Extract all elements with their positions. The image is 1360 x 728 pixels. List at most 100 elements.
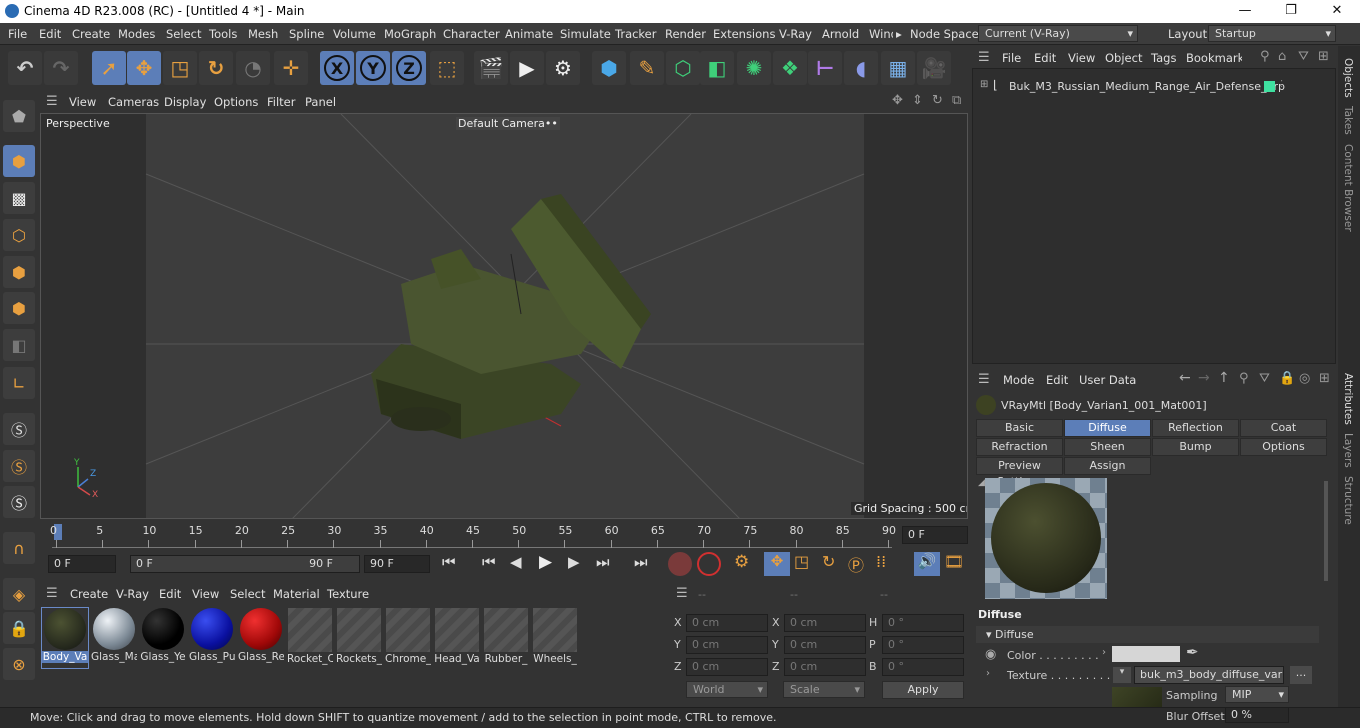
menu-arnold[interactable]: Arnold — [822, 27, 859, 41]
material-swatch[interactable]: Chrome_ — [385, 608, 431, 668]
close-button[interactable]: ✕ — [1314, 0, 1360, 23]
keyframe-selection-icon[interactable]: ⚙ — [734, 552, 749, 572]
coord-value-field[interactable]: 0 cm — [784, 614, 866, 632]
tab-reflection[interactable]: Reflection — [1152, 419, 1239, 437]
side-tab-takes[interactable]: Takes — [1342, 106, 1354, 135]
layer-color-swatch[interactable] — [1264, 81, 1275, 92]
material-hamburger-icon[interactable]: ☰ — [46, 586, 58, 601]
side-tab-structure[interactable]: Structure — [1342, 476, 1354, 525]
texture-expand-icon[interactable]: › — [986, 668, 990, 679]
attributes-search-icon[interactable]: ⚲ — [1239, 371, 1249, 386]
coord-value-field[interactable]: 0 cm — [686, 658, 768, 676]
visibility-dots-icon[interactable]: ⁚ — [1280, 79, 1283, 90]
material-swatch[interactable]: Rocket_C — [287, 608, 333, 668]
key-rotation-icon[interactable]: ↻ — [822, 552, 835, 571]
menu-character[interactable]: Character — [443, 27, 500, 41]
objects-menu-tags[interactable]: Tags — [1151, 51, 1176, 65]
attributes-menu-edit[interactable]: Edit — [1046, 373, 1068, 387]
node-space-select[interactable]: Current (V-Ray) — [978, 25, 1138, 42]
current-frame-field[interactable]: 0 F — [902, 526, 968, 544]
floor-icon[interactable]: ▦ — [881, 51, 915, 85]
uv-mode-icon[interactable]: ◧ — [3, 329, 35, 361]
menu-render[interactable]: Render — [665, 27, 706, 41]
coord-value-field[interactable]: 0 ° — [882, 636, 964, 654]
model-mode-icon[interactable]: ⬢ — [3, 145, 35, 177]
attributes-target-icon[interactable]: ◎ — [1299, 371, 1310, 386]
coord-value-field[interactable]: 0 cm — [784, 658, 866, 676]
color-swatch[interactable] — [1112, 646, 1180, 662]
blur-offset-field[interactable]: 0 % — [1225, 707, 1289, 723]
axis-mode-icon[interactable]: ∟ — [3, 367, 35, 399]
play-icon[interactable]: ▶ — [539, 552, 552, 572]
tab-refraction[interactable]: Refraction — [976, 438, 1063, 456]
frame-range-slider[interactable]: 0 F 90 F — [130, 555, 360, 573]
mograph-cloner-icon[interactable]: ❖ — [773, 51, 807, 85]
coord-value-field[interactable]: 0 ° — [882, 614, 964, 632]
menu-mesh[interactable]: Mesh — [248, 27, 278, 41]
menu-edit[interactable]: Edit — [39, 27, 61, 41]
next-frame-icon[interactable]: ▶ — [568, 553, 580, 571]
x-axis-lock-icon[interactable]: X — [320, 51, 354, 85]
material-menu-material[interactable]: Material — [273, 587, 320, 601]
key-scale-icon[interactable]: ◳ — [794, 552, 809, 571]
polygons-mode-icon[interactable]: ⬢ — [3, 292, 35, 324]
key-position-icon[interactable]: ✥ — [764, 552, 790, 576]
side-tab-content-browser[interactable]: Content Browser — [1342, 144, 1354, 232]
coord-value-field[interactable]: 0 cm — [784, 636, 866, 654]
y-axis-lock-icon[interactable]: Y — [356, 51, 390, 85]
snap-settings-icon[interactable]: Ⓢ — [3, 450, 35, 482]
viewport-pan-icon[interactable]: ✥ — [892, 93, 903, 108]
material-swatch[interactable]: Rockets_ — [336, 608, 382, 668]
menu-tracker[interactable]: Tracker — [615, 27, 657, 41]
coordinate-system-icon[interactable]: ⬚ — [430, 51, 464, 85]
snap-icon[interactable]: Ⓢ — [3, 413, 35, 445]
back-arrow-icon[interactable]: ← — [1179, 370, 1191, 386]
tab-sheen[interactable]: Sheen — [1064, 438, 1151, 456]
material-swatch[interactable]: Wheels_ — [532, 608, 578, 668]
material-swatch[interactable]: Glass_Ma — [91, 608, 137, 668]
coords-world-select[interactable]: World — [686, 681, 768, 698]
menu-spline[interactable]: Spline — [289, 27, 324, 41]
camera-icon[interactable]: 🎥 — [917, 51, 951, 85]
tab-diffuse[interactable]: Diffuse — [1064, 419, 1151, 437]
material-menu-create[interactable]: Create — [70, 587, 108, 601]
viewport-menu-filter[interactable]: Filter — [267, 95, 295, 109]
viewport-zoom-icon[interactable]: ⇕ — [912, 93, 923, 108]
edges-mode-icon[interactable]: ⬢ — [3, 256, 35, 288]
make-editable-icon[interactable]: ⬟ — [3, 100, 35, 132]
workplane-snap-icon[interactable]: Ⓢ — [3, 486, 35, 518]
material-swatch[interactable]: Glass_Ye — [140, 608, 186, 668]
menu-volume[interactable]: Volume — [333, 27, 376, 41]
menu-create[interactable]: Create — [72, 27, 110, 41]
viewport-menu-cameras[interactable]: Cameras — [108, 95, 159, 109]
object-name[interactable]: Buk_M3_Russian_Medium_Range_Air_Defense_… — [1009, 80, 1285, 93]
side-tab-layers[interactable]: Layers — [1342, 433, 1354, 468]
material-menu-select[interactable]: Select — [230, 587, 265, 601]
lock-workplane-icon[interactable]: 🔒 — [3, 612, 35, 644]
minimize-button[interactable]: — — [1222, 0, 1268, 23]
attributes-scrollbar[interactable] — [1324, 481, 1328, 581]
material-swatch[interactable]: Rubber_ — [483, 608, 529, 668]
attributes-filter-icon[interactable]: ⛛ — [1259, 371, 1270, 386]
coord-value-field[interactable]: 0 ° — [882, 658, 964, 676]
expand-icon[interactable]: ⊞ — [980, 79, 988, 90]
layout-select[interactable]: Startup — [1208, 25, 1336, 42]
side-tab-attributes[interactable]: Attributes — [1342, 373, 1354, 425]
menu-vray[interactable]: V-Ray — [779, 27, 812, 41]
eyedropper-icon[interactable]: ✒ — [1186, 643, 1199, 661]
up-arrow-icon[interactable]: ↑ — [1218, 370, 1230, 386]
menu-select[interactable]: Select — [166, 27, 201, 41]
menu-file[interactable]: File — [8, 27, 27, 41]
autokey-icon[interactable] — [697, 552, 721, 576]
viewport-menu-panel[interactable]: Panel — [305, 95, 336, 109]
coord-value-field[interactable]: 0 cm — [686, 636, 768, 654]
material-swatch[interactable]: Body_Va — [41, 607, 89, 669]
attributes-menu-userdata[interactable]: User Data — [1079, 373, 1136, 387]
coord-value-field[interactable]: 0 cm — [686, 614, 768, 632]
render-view-icon[interactable]: 🎬 — [474, 51, 508, 85]
menu-animate[interactable]: Animate — [505, 27, 553, 41]
next-key-icon[interactable]: ⏭ — [596, 553, 610, 571]
attributes-hamburger-icon[interactable]: ☰ — [978, 372, 990, 387]
magnet-icon[interactable]: ∩ — [3, 532, 35, 564]
viewport-menu-options[interactable]: Options — [214, 95, 258, 109]
